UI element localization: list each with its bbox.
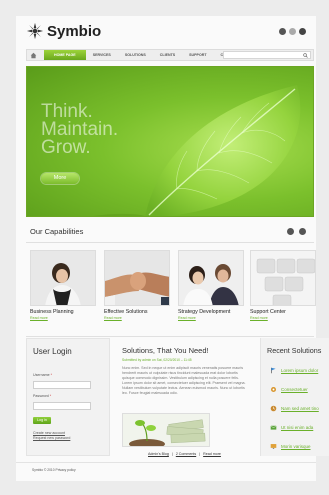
logo[interactable]: Symbio — [26, 22, 101, 40]
capability-card: Strategy Development Read more — [178, 250, 244, 320]
search-input[interactable] — [223, 51, 311, 59]
capability-title: Support Center — [250, 309, 286, 315]
capability-title: Effective Solutions — [104, 309, 148, 315]
recent-item[interactable]: Ut nisi enim ada — [270, 424, 313, 431]
clock-icon — [270, 405, 277, 412]
recent-solutions-panel: Recent Solutions Lorem ipsum dolor Conse… — [260, 338, 329, 456]
recent-item[interactable]: Lorem ipsum dolor — [270, 367, 318, 374]
capability-card: Effective Solutions Read more — [104, 250, 170, 320]
logo-text: Symbio — [47, 22, 102, 40]
divider — [16, 462, 316, 463]
username-label: Username * — [33, 373, 52, 377]
hero-line-3: Grow. — [41, 137, 91, 158]
recent-item[interactable]: Consectetuer — [270, 386, 308, 393]
hero-tagline: Think. Maintain. Grow. — [41, 102, 118, 158]
article-title: Solutions, That You Need! — [122, 346, 209, 355]
comments-link[interactable]: 2 Comments — [176, 452, 196, 456]
login-heading: User Login — [33, 347, 72, 356]
mail-icon — [270, 425, 277, 430]
nav-item-solutions[interactable]: SOLUTIONS — [118, 50, 153, 60]
author-link[interactable]: Admin's Blog — [148, 452, 169, 456]
search-icon[interactable] — [303, 53, 308, 58]
capability-card: Support Center Read more — [250, 250, 316, 320]
article-meta: Submitted by admin on Sat, 02/20/2010 – … — [122, 358, 192, 362]
read-more-link[interactable]: Read more — [178, 316, 244, 320]
social-links — [279, 28, 306, 35]
capability-image-business-planning[interactable] — [30, 250, 96, 306]
username-field[interactable] — [33, 381, 91, 389]
circle-icon[interactable] — [299, 28, 306, 35]
next-arrow-icon[interactable] — [299, 228, 306, 235]
solutions-article: Solutions, That You Need! Submitted by a… — [116, 338, 256, 456]
capability-title: Business Planning — [30, 309, 74, 315]
login-panel: User Login Username * Password * Log in … — [26, 338, 110, 456]
capabilities-heading: Our Capabilities — [30, 227, 84, 236]
password-field[interactable] — [33, 402, 91, 410]
article-body: Nunc enim. Sed in neque ut enim adipisci… — [122, 366, 246, 396]
page: Symbio HOME PAGE SERVICES SOLUTIONS CLIE… — [16, 16, 329, 481]
flag-icon — [271, 367, 276, 374]
monitor-icon — [270, 444, 277, 449]
recent-item[interactable]: Morin varisque — [270, 443, 311, 450]
request-password-link[interactable]: Request new password — [33, 436, 70, 440]
read-more-link[interactable]: Read more — [30, 316, 96, 320]
read-more-link[interactable]: Read more — [104, 316, 170, 320]
more-button[interactable]: More — [41, 173, 79, 184]
divider — [26, 336, 314, 337]
rss-icon[interactable] — [279, 28, 286, 35]
login-button[interactable]: Log in — [33, 417, 51, 424]
logo-icon — [26, 22, 44, 40]
header: Symbio — [16, 16, 316, 48]
divider — [26, 242, 314, 243]
article-image — [122, 413, 210, 447]
globe-icon[interactable] — [289, 28, 296, 35]
capability-card: Business Planning Read more — [30, 250, 96, 320]
capability-image-support-center[interactable] — [250, 250, 316, 306]
password-label: Password * — [33, 394, 52, 398]
nav-item-home[interactable]: HOME PAGE — [44, 50, 86, 60]
recent-heading: Recent Solutions — [267, 346, 322, 355]
recent-item[interactable]: Nam sed amet tino — [270, 405, 319, 412]
capability-title: Strategy Development — [178, 309, 231, 315]
home-icon[interactable] — [27, 50, 39, 60]
prev-arrow-icon[interactable] — [287, 228, 294, 235]
main-nav: HOME PAGE SERVICES SOLUTIONS CLIENTS SUP… — [26, 49, 314, 61]
article-footer: Admin's Blog | 2 Comments | Read more — [148, 452, 221, 456]
nav-item-clients[interactable]: CLIENTS — [153, 50, 182, 60]
nav-item-support[interactable]: SUPPORT — [182, 50, 213, 60]
footer-text: Symbio © 2010 Privacy policy — [32, 468, 76, 472]
gear-icon — [270, 386, 277, 393]
nav-item-services[interactable]: SERVICES — [86, 50, 118, 60]
capability-image-strategy-development[interactable] — [178, 250, 244, 306]
carousel-controls — [287, 228, 306, 235]
capability-image-effective-solutions[interactable] — [104, 250, 170, 306]
create-account-link[interactable]: Create new account — [33, 431, 65, 435]
read-more-link[interactable]: Read more — [250, 316, 316, 320]
hero-banner: Think. Maintain. Grow. More — [26, 66, 314, 217]
read-more-link[interactable]: Read more — [203, 452, 221, 456]
